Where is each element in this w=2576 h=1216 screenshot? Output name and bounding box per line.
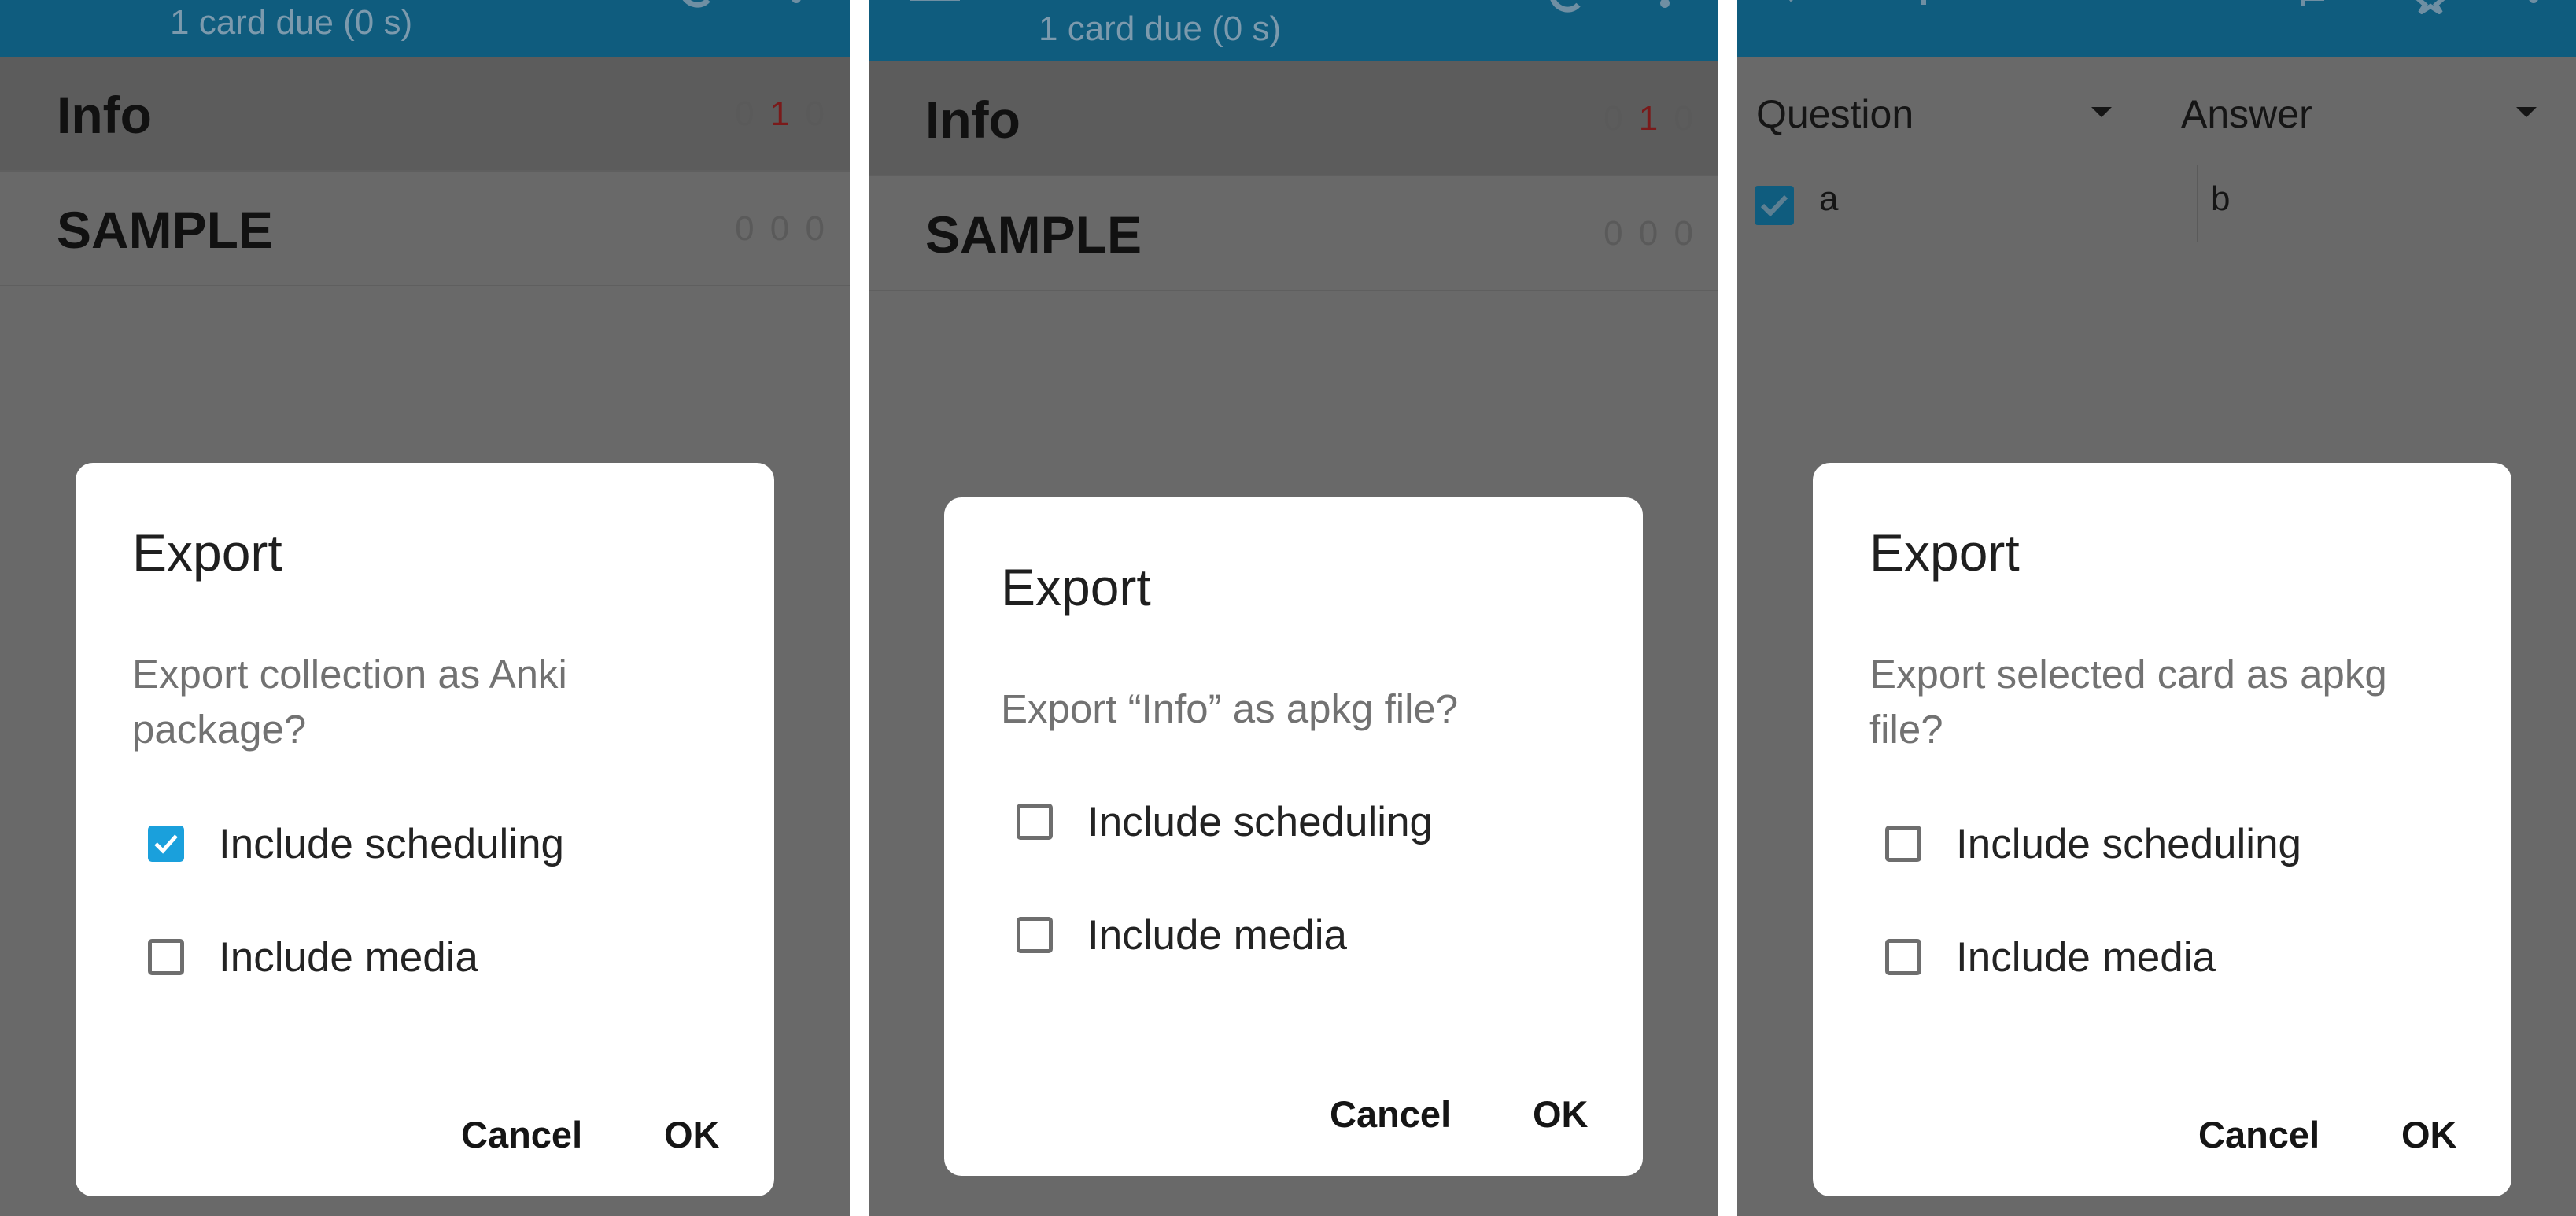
flag-icon[interactable] [2297,0,2345,9]
export-dialog: Export Export collection as Anki package… [76,463,774,1196]
cancel-button[interactable]: Cancel [461,1113,582,1156]
overflow-menu-icon[interactable] [2526,0,2541,11]
deck-counts: 0 1 0 [1604,99,1696,139]
export-dialog: Export Export “Info” as apkg file? Inclu… [944,497,1643,1176]
learn-count: 1 [1638,99,1662,138]
option-label: Include scheduling [1087,799,1434,845]
card-browser-screen-card-export: Question Answer a b Export Export select… [1737,0,2576,1216]
dropdown-arrow-icon[interactable] [2516,107,2537,117]
deck-name: SAMPLE [925,205,1142,264]
check-icon [154,834,178,854]
new-count: 0 [735,209,758,248]
deck-picker-screen-collection-export: 1 card due (0 s) Info 0 1 0 SAMPLE 0 0 0… [0,0,850,1216]
sync-icon[interactable] [1547,0,1581,22]
deck-name: Info [925,91,1020,149]
deck-row-sample[interactable]: SAMPLE 0 0 0 [869,176,1718,291]
dialog-message: Export “Info” as apkg file? [1001,686,1459,731]
dialog-title: Export [1001,558,1151,616]
new-count: 0 [735,94,758,133]
app-bar [1737,0,2576,57]
dialog-title: Export [132,523,282,582]
review-count: 0 [1674,214,1696,253]
check-icon [1760,194,1788,217]
deck-row-info[interactable]: Info 0 1 0 [869,61,1718,176]
dropdown-arrow-icon[interactable] [2091,107,2112,117]
column-header-question[interactable]: Question [1756,91,1914,137]
deck-counts: 0 1 0 [735,94,828,134]
deck-picker-screen-deck-export: 1 card due (0 s) Info 0 1 0 SAMPLE 0 0 0… [869,0,1718,1216]
deck-counts: 0 0 0 [735,209,828,249]
review-count: 0 [1674,99,1696,138]
option-label: Include media [1087,912,1347,959]
option-label: Include media [219,934,478,981]
new-count: 0 [1604,99,1626,138]
app-bar: 1 card due (0 s) [0,0,850,57]
answer-cell: b [2211,179,2231,218]
dialog-message: Export selected card as apkg file? [1869,652,2387,752]
overflow-menu-icon[interactable] [1657,0,1673,16]
new-count: 0 [1604,214,1626,253]
dialog-message: Export collection as Anki package? [132,652,567,752]
menu-icon[interactable] [910,0,960,14]
column-header-answer[interactable]: Answer [2181,91,2312,137]
export-dialog: Export Export selected card as apkg file… [1813,463,2511,1196]
deck-name: Info [57,86,152,144]
question-cell: a [1819,179,1839,218]
deck-row-sample[interactable]: SAMPLE 0 0 0 [0,172,850,286]
option-label: Include media [1956,934,2216,981]
app-bar-subtitle: 1 card due (0 s) [1039,9,1282,48]
cancel-button[interactable]: Cancel [1330,1092,1451,1136]
back-icon[interactable] [1783,0,1807,13]
search-icon[interactable] [1920,0,1928,9]
option-label: Include scheduling [1956,821,2302,867]
star-icon[interactable] [2411,0,2450,14]
overflow-menu-icon[interactable] [788,0,804,11]
learn-count: 0 [1638,214,1662,253]
column-divider [2197,165,2198,242]
row-selected-checkbox[interactable] [1755,186,1794,225]
deck-name: SAMPLE [57,201,274,259]
review-count: 0 [805,94,828,133]
learn-count: 0 [769,209,793,248]
learn-count: 1 [769,94,793,133]
browser-column-header: Question Answer [1737,57,2576,150]
option-label: Include scheduling [219,821,565,867]
menu-icon[interactable] [38,0,88,11]
include-scheduling-checkbox[interactable] [1017,804,1053,840]
review-count: 0 [805,209,828,248]
include-media-checkbox[interactable] [148,939,184,975]
include-media-checkbox[interactable] [1017,917,1053,953]
app-bar-subtitle: 1 card due (0 s) [170,3,413,42]
ok-button[interactable]: OK [2401,1113,2457,1156]
ok-button[interactable]: OK [1533,1092,1589,1136]
deck-row-info[interactable]: Info 0 1 0 [0,57,850,172]
include-scheduling-checkbox[interactable] [1885,826,1921,862]
deck-counts: 0 0 0 [1604,214,1696,253]
cancel-button[interactable]: Cancel [2198,1113,2320,1156]
ok-button[interactable]: OK [664,1113,720,1156]
dialog-title: Export [1869,523,2020,582]
include-media-checkbox[interactable] [1885,939,1921,975]
include-scheduling-checkbox[interactable] [148,826,184,862]
sync-icon[interactable] [677,0,711,17]
app-bar: 1 card due (0 s) [869,0,1718,61]
